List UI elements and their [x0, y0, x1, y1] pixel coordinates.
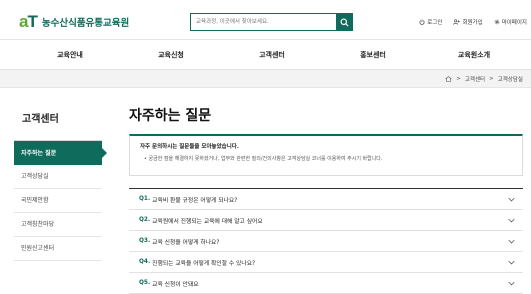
chevron-down-icon[interactable] [507, 216, 515, 224]
breadcrumb: > 고객센터 > 고객상담실 [445, 75, 523, 83]
nav-item-customer-center[interactable]: 고객센터 [259, 50, 285, 60]
faq-question: 진행되는 교육을 어떻게 확인할 수 있나요? [152, 260, 256, 267]
sidebar-title: 고객센터 [22, 114, 59, 125]
faq-item[interactable]: Q4. 진행되는 교육을 어떻게 확인할 수 있나요? [129, 252, 523, 273]
main-navigation: 교육안내 교육신청 고객센터 홍보센터 교육원소개 [0, 40, 531, 70]
sidebar-item-faq[interactable]: 자주하는 질문 [14, 140, 107, 165]
breadcrumb-item-consultation[interactable]: 고객상담실 [498, 75, 523, 83]
gear-icon [494, 19, 499, 25]
page-title: 자주하는 질문 [129, 108, 212, 124]
mypage-link[interactable]: 마이페이지 [494, 18, 527, 26]
power-icon [419, 19, 425, 25]
top-bar: aT 농수산식품유통교육원 로그인 회원가입 마이페이지 [0, 0, 531, 40]
faq-item[interactable]: Q2. 교육원에서 진행되는 교육에 대해 알고 싶어요 [129, 210, 523, 231]
breadcrumb-bar: > 고객센터 > 고객상담실 [0, 70, 531, 88]
notice-heading: 자주 문의하시는 질문들을 모아놓았습니다. [140, 144, 239, 150]
logo-mark: aT [19, 12, 38, 31]
faq-list: Q1. 교육비 환불 규정은 어떻게 되나요? Q2. 교육원에서 진행되는 교… [129, 188, 523, 294]
breadcrumb-item-customer-center[interactable]: 고객센터 [465, 75, 485, 83]
nav-item-education-info[interactable]: 교육안내 [57, 50, 83, 60]
faq-number: Q4. [139, 259, 151, 265]
chevron-down-icon[interactable] [507, 258, 515, 266]
site-logo[interactable]: aT 농수산식품유통교육원 [19, 13, 129, 31]
sidebar-menu: 자주하는 질문 고객상담실 국민제안함 고객칭찬마당 민원신고센터 [14, 140, 107, 261]
search-input[interactable] [190, 13, 336, 31]
logo-text: 농수산식품유통교육원 [41, 18, 130, 29]
faq-question: 교육 신청이 안돼요 [152, 281, 199, 288]
utility-menu: 로그인 회원가입 마이페이지 [419, 18, 527, 26]
chevron-down-icon[interactable] [507, 279, 515, 287]
nav-item-education-apply[interactable]: 교육신청 [158, 50, 184, 60]
chevron-right-icon: > [489, 76, 494, 82]
nav-item-pr-center[interactable]: 홍보센터 [360, 50, 386, 60]
faq-question: 교육비 환불 규정은 어떻게 되나요? [152, 197, 238, 204]
user-plus-icon [453, 19, 461, 25]
faq-number: Q1. [139, 196, 151, 202]
signup-link[interactable]: 회원가입 [453, 18, 483, 26]
sidebar-item-consultation[interactable]: 고객상담실 [14, 165, 102, 189]
faq-item[interactable]: Q5. 교육 신청이 안돼요 [129, 273, 523, 294]
sidebar-item-praise[interactable]: 고객칭찬마당 [14, 213, 102, 237]
home-icon[interactable] [445, 76, 452, 82]
faq-question: 교육 신청을 어떻게 하나요? [152, 239, 220, 246]
sidebar-item-suggestion[interactable]: 국민제안함 [14, 189, 102, 213]
search-icon [340, 17, 349, 27]
login-link[interactable]: 로그인 [419, 18, 442, 26]
faq-item[interactable]: Q1. 교육비 환불 규정은 어떻게 되나요? [129, 189, 523, 210]
faq-number: Q5. [139, 280, 151, 286]
sidebar-item-complaint[interactable]: 민원신고센터 [14, 237, 102, 261]
faq-question: 교육원에서 진행되는 교육에 대해 알고 싶어요 [152, 218, 263, 225]
nav-item-about[interactable]: 교육원소개 [458, 50, 490, 60]
faq-item[interactable]: Q3. 교육 신청을 어떻게 하나요? [129, 231, 523, 252]
login-label: 로그인 [427, 20, 443, 26]
notice-box: 자주 문의하시는 질문들을 모아놓았습니다. • 궁금한 점을 해결하지 못하셨… [129, 134, 523, 176]
faq-number: Q2. [139, 217, 151, 223]
mypage-label: 마이페이지 [501, 20, 527, 26]
signup-label: 회원가입 [462, 20, 483, 26]
chevron-down-icon[interactable] [507, 237, 515, 245]
notice-text: 궁금한 점을 해결하지 못하셨거나, 업무와 관련한 질의/건의사항은 고객상담… [148, 156, 383, 162]
search-bar [190, 13, 353, 31]
chevron-right-icon: > [456, 76, 461, 82]
chevron-down-icon[interactable] [507, 195, 515, 203]
notice-body: • 궁금한 점을 해결하지 못하셨거나, 업무와 관련한 질의/건의사항은 고객… [144, 156, 383, 162]
search-button[interactable] [336, 13, 353, 31]
faq-number: Q3. [139, 238, 151, 244]
